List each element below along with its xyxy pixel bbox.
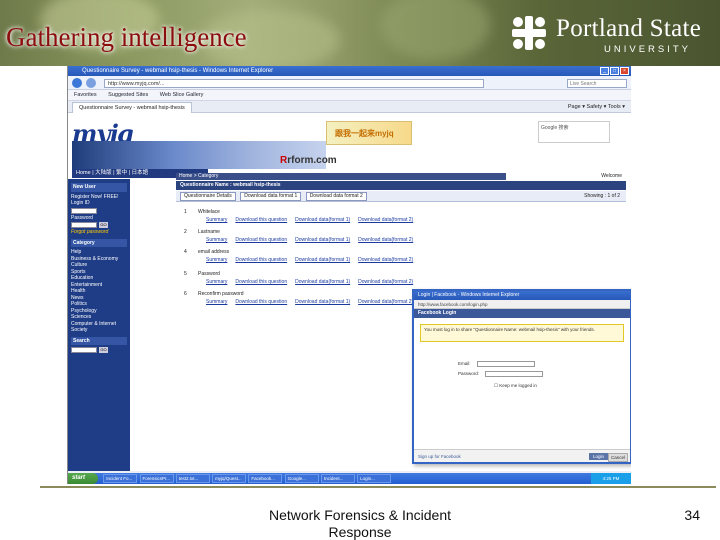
forward-icon[interactable] <box>86 78 96 88</box>
login-id-input[interactable] <box>71 207 97 214</box>
facebook-login-popup: Login | Facebook - Windows Internet Expl… <box>412 289 631 464</box>
category-item[interactable]: Society <box>71 327 127 334</box>
login-go-button[interactable]: GO <box>99 222 108 228</box>
breadcrumb[interactable]: Home > Category <box>176 173 506 180</box>
password-label: Password: <box>458 371 480 377</box>
footer-line-1: Network Forensics & Incident <box>268 507 452 523</box>
taskbar-item[interactable]: myjq/Quest... <box>212 474 247 483</box>
password-input[interactable] <box>71 222 97 228</box>
question-links: Summary Download this question Download da… <box>206 257 414 263</box>
login-button[interactable]: Login <box>588 453 608 460</box>
tools-menu[interactable]: Page ▾ Safety ▾ Tools ▾ <box>568 101 625 113</box>
minimize-icon[interactable]: _ <box>600 67 609 75</box>
taskbar-item[interactable]: Login... <box>357 474 392 483</box>
psu-logo: Portland State UNIVERSITY <box>512 14 712 56</box>
start-button[interactable]: start <box>68 473 98 484</box>
cancel-button[interactable]: Cancel <box>607 453 628 462</box>
category-heading: Category <box>71 238 127 247</box>
questionnaire-name: Questionnaire Name : webmail hsip-thesis <box>176 181 626 190</box>
taskbar-item[interactable]: ForensicsPr... <box>139 474 174 483</box>
question-row: 2 Lastname <box>184 229 220 235</box>
welcome-text: Welcome <box>601 173 622 179</box>
favorites-bar: Favorites Suggested Sites Web Slice Gall… <box>68 90 631 101</box>
site-banner: myjq 跟我一起来myjq Rrform.com Google 搜索 Home… <box>68 113 631 178</box>
taskbar-item[interactable]: Facebook... <box>248 474 283 483</box>
tab-questionnaire[interactable]: Questionnaire Survey - webmail hsip-thes… <box>72 102 192 113</box>
tab-bar: Questionnaire Survey - webmail hsip-thes… <box>68 101 631 113</box>
taskbar-item[interactable]: Google... <box>284 474 319 483</box>
forgot-password-link[interactable]: Forgot password <box>71 229 127 236</box>
question-links: Summary Download this question Download da… <box>206 237 414 243</box>
banner-ad[interactable]: 跟我一起来myjq <box>326 121 412 145</box>
banner-ad-text: 跟我一起来myjq <box>335 129 394 138</box>
suggested-sites-link[interactable]: Suggested Sites <box>108 92 148 98</box>
question-links: Summary Download this question Download da… <box>206 279 414 285</box>
site-sidebar: New User Register Now! FREE! Login ID Pa… <box>68 179 130 471</box>
sidebar-search-go[interactable]: GO <box>99 347 108 353</box>
web-page: myjq 跟我一起来myjq Rrform.com Google 搜索 Home… <box>68 113 631 471</box>
signup-link[interactable]: Sign up for Facebook <box>418 454 461 459</box>
question-links: Summary Download this question Download da… <box>206 299 414 305</box>
details-button[interactable]: Questionnaire Details <box>180 192 236 201</box>
rform-logo: Rrform.com <box>280 155 337 166</box>
favorites-link[interactable]: Favorites <box>74 92 97 98</box>
slide-title: Gathering intelligence <box>6 22 247 52</box>
popup-footer: Sign up for Facebook Login Cancel <box>414 449 630 462</box>
search-heading: Search <box>71 336 127 345</box>
password-label: Password <box>71 214 93 221</box>
download-format1-button[interactable]: Download data format 1 <box>240 192 302 201</box>
maximize-icon[interactable]: □ <box>610 67 619 75</box>
email-row: Email: <box>458 361 535 367</box>
site-search-box[interactable]: Google 搜索 <box>538 121 610 143</box>
showing-count: Showing : 1 of 2 <box>584 193 620 199</box>
web-slice-link[interactable]: Web Slice Gallery <box>160 92 204 98</box>
address-bar: http://www.myjq.com/... Live Search <box>68 76 631 90</box>
slide-header: Gathering intelligence Portland State UN… <box>0 0 720 66</box>
footer-text: Network Forensics & Incident Response <box>260 507 460 540</box>
keep-logged-label: Keep me logged in <box>499 383 537 388</box>
browser-screenshot: Questionnaire Survey - webmail hsip-thes… <box>67 66 631 484</box>
question-row: 4 email address <box>184 249 230 255</box>
footer-divider <box>40 486 716 488</box>
popup-url: http://www.facebook.com/login.php <box>414 300 630 309</box>
question-row: 1 Whitelace <box>184 209 220 215</box>
rform-text: rform.com <box>287 155 337 166</box>
questionnaire-toolbar: Questionnaire Details Download data form… <box>176 191 626 202</box>
facebook-brand-bar: Facebook Login <box>414 309 630 318</box>
new-user-heading: New User <box>71 183 127 192</box>
taskbar-item[interactable]: Incident... <box>320 474 355 483</box>
window-title: Questionnaire Survey - webmail hsip-thes… <box>82 68 274 74</box>
window-title-bar: Questionnaire Survey - webmail hsip-thes… <box>68 66 631 76</box>
question-row: 5 Password <box>184 271 220 277</box>
slide-page-number: 34 <box>684 507 700 523</box>
back-icon[interactable] <box>72 78 82 88</box>
taskbar-item[interactable]: Incident Fo... <box>103 474 138 483</box>
email-input[interactable] <box>476 361 535 367</box>
popup-title: Login | Facebook - Windows Internet Expl… <box>414 291 630 300</box>
sidebar-search-input[interactable] <box>71 347 97 353</box>
download-format2-button[interactable]: Download data format 2 <box>305 192 367 201</box>
question-links: Summary Download this question Download da… <box>206 217 414 223</box>
psu-logo-icon <box>512 16 546 50</box>
psu-logo-sub: UNIVERSITY <box>604 44 692 55</box>
password-row: Password: <box>458 371 544 377</box>
footer-line-2: Response <box>328 524 392 540</box>
taskbar: start Incident Fo... ForensicsPr... test… <box>68 473 631 484</box>
taskbar-item[interactable]: test2.txt... <box>175 474 210 483</box>
email-label: Email: <box>458 361 471 367</box>
taskbar-clock: 4:25 PM <box>591 473 631 484</box>
keep-logged-row: ☐ Keep me logged in <box>494 383 537 389</box>
search-input[interactable]: Live Search <box>567 79 627 88</box>
close-icon[interactable]: × <box>620 67 629 75</box>
popup-password-input[interactable] <box>485 371 544 377</box>
login-id-label: Login ID <box>71 200 90 206</box>
address-input[interactable]: http://www.myjq.com/... <box>104 79 484 88</box>
psu-logo-name: Portland State <box>556 15 702 42</box>
login-notice: You must log in to share "Questionnaire … <box>420 324 624 342</box>
